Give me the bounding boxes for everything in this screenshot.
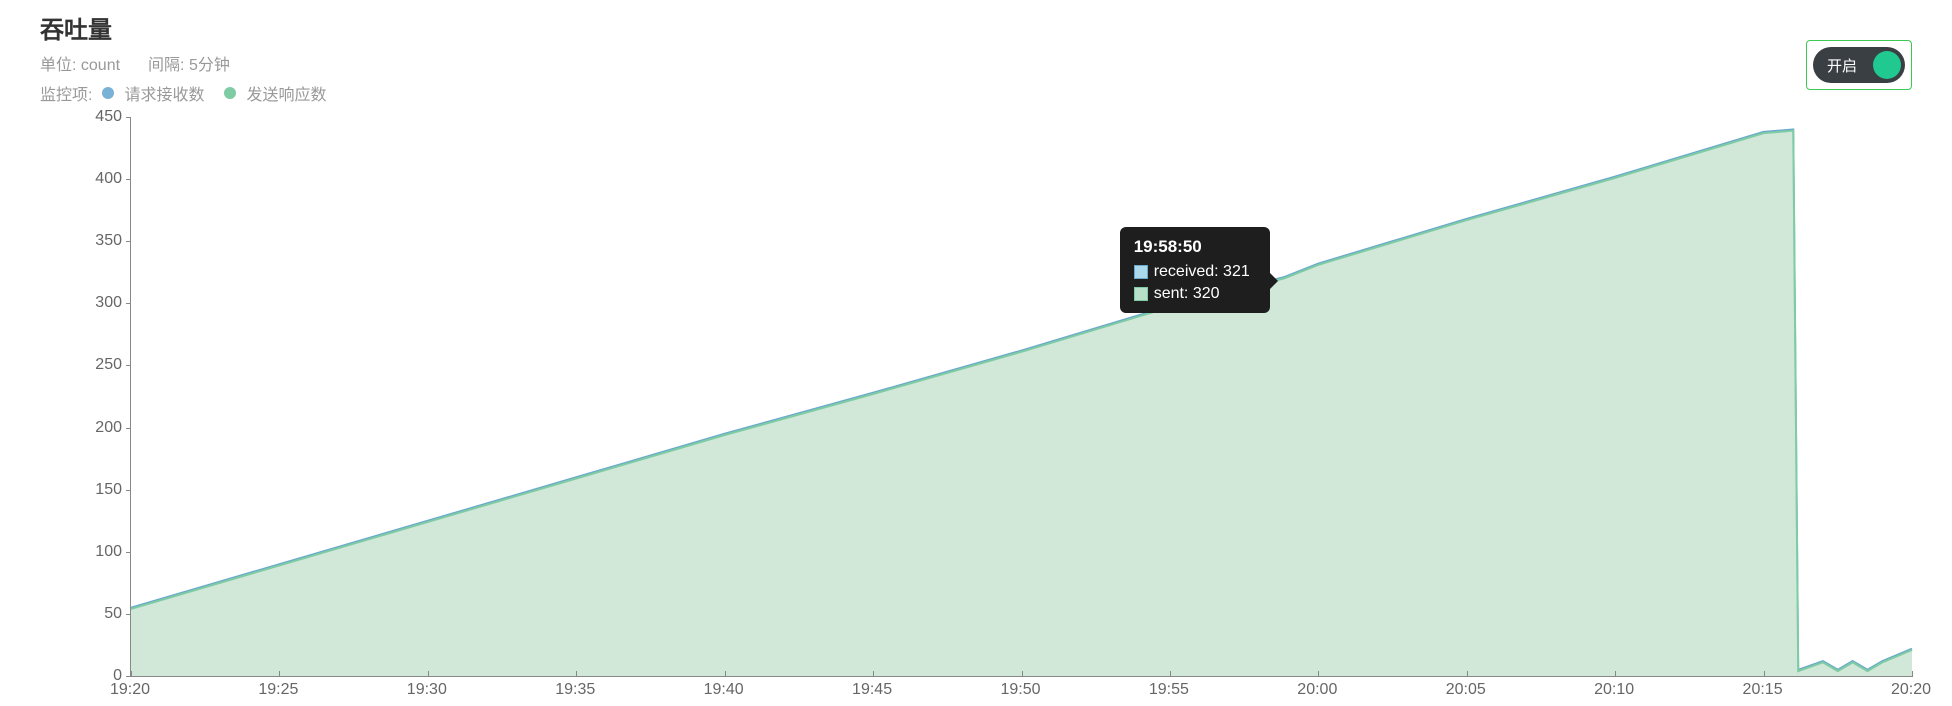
chart-header: 吞吐量 单位: count 间隔: 5分钟 监控项: 请求接收数 发送响应数 开… xyxy=(40,10,1912,105)
x-tick: 19:55 xyxy=(1149,681,1189,699)
y-tick: 250 xyxy=(95,356,122,374)
x-tick: 19:35 xyxy=(555,681,595,699)
tooltip-swatch-received xyxy=(1134,265,1148,279)
y-tick: 450 xyxy=(95,108,122,126)
legend-item-sent[interactable]: 发送响应数 xyxy=(224,81,326,105)
y-tick: 200 xyxy=(95,419,122,437)
toggle-label: 开启 xyxy=(1827,55,1857,76)
y-axis: 050100150200250300350400450 xyxy=(40,117,130,677)
realtime-toggle-frame: 开启 xyxy=(1806,40,1912,90)
x-tick: 20:00 xyxy=(1297,681,1337,699)
plot-area: 050100150200250300350400450 19:58:50 rec… xyxy=(40,117,1912,677)
x-axis: 19:2019:2519:3019:3519:4019:4519:5019:55… xyxy=(130,681,1912,705)
tooltip-text-sent: sent: 320 xyxy=(1154,285,1220,303)
unit-label: 单位: count xyxy=(40,51,120,75)
x-tick: 19:45 xyxy=(852,681,892,699)
y-tick: 150 xyxy=(95,481,122,499)
y-tick: 100 xyxy=(95,543,122,561)
legend-label-received: 请求接收数 xyxy=(124,81,204,105)
x-tick: 20:20 xyxy=(1891,681,1931,699)
legend-swatch-sent xyxy=(224,87,236,99)
x-tick: 20:05 xyxy=(1446,681,1486,699)
throughput-chart-panel: 吞吐量 单位: count 间隔: 5分钟 监控项: 请求接收数 发送响应数 开… xyxy=(40,10,1912,677)
chart-tooltip: 19:58:50 received: 321 sent: 320 xyxy=(1120,227,1270,313)
x-tick: 20:10 xyxy=(1594,681,1634,699)
tooltip-swatch-sent xyxy=(1134,287,1148,301)
chart-meta: 单位: count 间隔: 5分钟 xyxy=(40,51,336,75)
x-tick: 20:15 xyxy=(1743,681,1783,699)
y-tick: 50 xyxy=(104,605,122,623)
x-tick: 19:50 xyxy=(1000,681,1040,699)
tooltip-row-sent: sent: 320 xyxy=(1134,285,1256,303)
legend-swatch-received xyxy=(102,87,114,99)
legend-label-sent: 发送响应数 xyxy=(246,81,326,105)
tooltip-text-received: received: 321 xyxy=(1154,263,1250,281)
y-tick: 300 xyxy=(95,294,122,312)
tooltip-row-received: received: 321 xyxy=(1134,263,1256,281)
realtime-toggle[interactable]: 开启 xyxy=(1813,47,1905,83)
y-tick: 350 xyxy=(95,232,122,250)
x-tick: 19:40 xyxy=(704,681,744,699)
legend-item-received[interactable]: 请求接收数 xyxy=(102,81,204,105)
chart-legend: 监控项: 请求接收数 发送响应数 xyxy=(40,81,336,105)
chart-title: 吞吐量 xyxy=(40,10,336,45)
tooltip-arrow-icon xyxy=(1270,273,1278,289)
x-tick: 19:20 xyxy=(110,681,150,699)
monitor-label: 监控项: xyxy=(40,81,92,105)
interval-label: 间隔: 5分钟 xyxy=(148,51,230,75)
y-tick: 400 xyxy=(95,170,122,188)
plot[interactable]: 19:58:50 received: 321 sent: 320 xyxy=(130,117,1912,677)
x-tick: 19:30 xyxy=(407,681,447,699)
chart-header-left: 吞吐量 单位: count 间隔: 5分钟 监控项: 请求接收数 发送响应数 xyxy=(40,10,336,105)
toggle-knob xyxy=(1873,51,1901,79)
tooltip-time: 19:58:50 xyxy=(1134,237,1256,257)
x-tick: 19:25 xyxy=(258,681,298,699)
